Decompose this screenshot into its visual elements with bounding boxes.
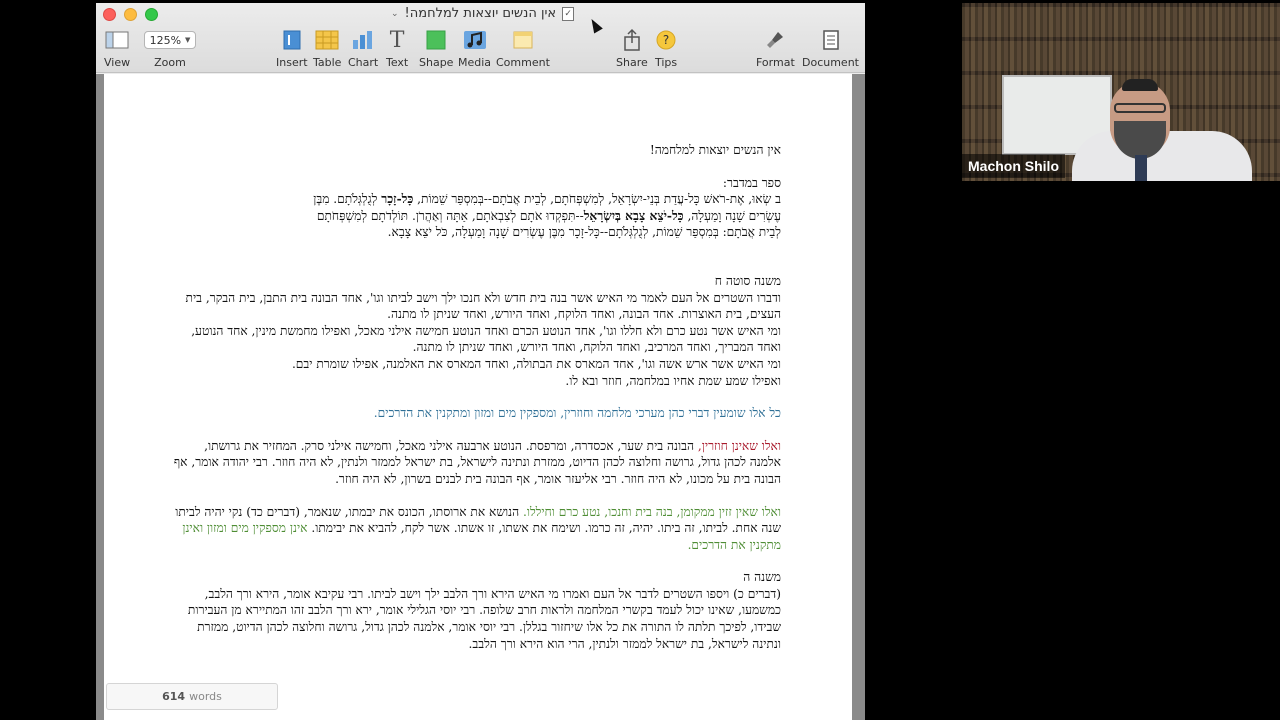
sotah-8-title: משנה סוטה ח — [714, 273, 781, 288]
insert-button[interactable]: Insert — [276, 28, 308, 69]
tips-label: Tips — [655, 56, 678, 69]
document-page[interactable]: אין הנשים יוצאות למלחמה! ספר במדבר: ב שְ… — [104, 74, 852, 720]
fullscreen-window-button[interactable] — [145, 8, 158, 21]
mouse-cursor-icon — [587, 16, 603, 34]
svg-text:?: ? — [663, 33, 669, 47]
participant-kippah — [1122, 79, 1158, 91]
sotah-8-paragraph-2: ומי האיש אשר נטע כרם ולא חללו וגו', אחד … — [191, 323, 781, 355]
window-controls — [103, 8, 158, 21]
table-button[interactable]: Table — [313, 28, 341, 69]
bamidbar-line-3: לְבֵית אֲבֹתָם: בְּמִסְפַּר שֵׁמוֹת, לְג… — [387, 225, 781, 240]
sotah-8-paragraph-4: ואפילו שמע שמת אחיו במלחמה, חוזר ובא לו. — [565, 373, 781, 388]
mishna-5-title: משנה ה — [743, 570, 781, 585]
table-label: Table — [313, 56, 342, 69]
minimize-window-button[interactable] — [124, 8, 137, 21]
shape-label: Shape — [419, 56, 454, 69]
bamidbar-line-1: ב שְׂאוּ, אֶת-רֹאשׁ כָּל-עֲדַת בְּנֵי-יִ… — [313, 192, 781, 207]
red-paragraph: ואלו שאינן חוזרין, הבונה בית שער, אכסדרה… — [173, 438, 781, 486]
insert-icon — [276, 28, 308, 52]
document-label: Document — [802, 56, 859, 69]
participant-name: Machon Shilo — [962, 154, 1065, 178]
document-button[interactable]: Document — [802, 28, 859, 69]
shape-icon — [419, 28, 453, 52]
bamidbar-title: ספר במדבר: — [722, 175, 781, 190]
media-button[interactable]: Media — [458, 28, 491, 69]
document-panel-icon — [802, 28, 859, 52]
toolbar: ✓ אין הנשים יוצאות למלחמה! ⌄ View 125% ▼… — [96, 3, 865, 73]
close-window-button[interactable] — [103, 8, 116, 21]
zoom-control[interactable]: 125% ▼ Zoom — [144, 28, 196, 69]
share-icon — [616, 28, 648, 52]
text-icon: T — [389, 27, 405, 53]
zoom-label: Zoom — [154, 56, 186, 69]
text-button[interactable]: T Text — [386, 27, 409, 70]
view-button[interactable]: View — [104, 28, 130, 69]
view-label: View — [104, 56, 131, 69]
chevron-down-icon[interactable]: ⌄ — [391, 9, 399, 19]
music-note-icon — [458, 28, 491, 52]
word-count-indicator[interactable]: 614 words — [106, 683, 278, 710]
chart-label: Chart — [348, 56, 379, 69]
participant-video-tile[interactable]: Machon Shilo — [962, 3, 1280, 181]
zoom-select[interactable]: 125% ▼ — [144, 31, 196, 49]
sidebar-icon — [104, 28, 130, 52]
participant-glasses — [1114, 103, 1166, 113]
insert-label: Insert — [276, 56, 308, 69]
format-button[interactable]: Format — [756, 28, 795, 69]
chart-button[interactable]: Chart — [348, 28, 378, 69]
share-label: Share — [616, 56, 648, 69]
chart-icon — [348, 28, 378, 52]
paintbrush-icon — [756, 28, 795, 52]
participant-tie — [1135, 155, 1147, 181]
zoom-value: 125% — [149, 33, 182, 47]
word-count-label: words — [189, 690, 222, 703]
comment-icon — [496, 28, 550, 52]
document-heading: אין הנשים יוצאות למלחמה! — [649, 143, 781, 157]
media-label: Media — [458, 56, 492, 69]
document-canvas[interactable]: אין הנשים יוצאות למלחמה! ספר במדבר: ב שְ… — [96, 74, 865, 720]
tips-button[interactable]: ? Tips — [655, 28, 677, 69]
sotah-8-paragraph-1: ודברו השטרים אל העם לאמר מי האיש אשר בנה… — [185, 290, 781, 322]
word-count-value: 614 — [162, 690, 186, 703]
bamidbar-line-2: עֶשְׂרִים שָׁנָה וָמַעְלָה, כָּל-יֹצֵא צ… — [316, 208, 781, 223]
comment-button[interactable]: Comment — [496, 28, 550, 69]
comment-label: Comment — [496, 56, 550, 69]
format-label: Format — [756, 56, 795, 69]
sotah-8-paragraph-3: ומי האיש אשר ארש אשה וגו', אחד המארס את … — [291, 356, 781, 371]
document-body[interactable]: אין הנשים יוצאות למלחמה! ספר במדבר: ב שְ… — [171, 142, 781, 652]
mishna-5-paragraph: (דברים כ) ויספו השטרים לדבר אל העם ואמרו… — [187, 586, 781, 651]
table-icon — [313, 28, 341, 52]
question-icon: ? — [655, 28, 677, 52]
share-button[interactable]: Share — [616, 28, 648, 69]
text-label: Text — [386, 56, 409, 69]
shape-button[interactable]: Shape — [419, 28, 453, 69]
pages-window: ✓ אין הנשים יוצאות למלחמה! ⌄ View 125% ▼… — [96, 3, 865, 720]
document-title[interactable]: ✓ אין הנשים יוצאות למלחמה! ⌄ — [391, 6, 575, 21]
green-paragraph: ואלו שאין זזין ממקומן, בנה בית וחנכו, נט… — [175, 504, 781, 552]
document-title-text: אין הנשים יוצאות למלחמה! — [404, 6, 557, 21]
chevron-down-icon: ▼ — [185, 36, 191, 44]
document-icon: ✓ — [562, 6, 575, 21]
blue-highlight-line: כל אלו שומעין דברי כהן מערכי מלחמה וחוזר… — [373, 406, 781, 421]
